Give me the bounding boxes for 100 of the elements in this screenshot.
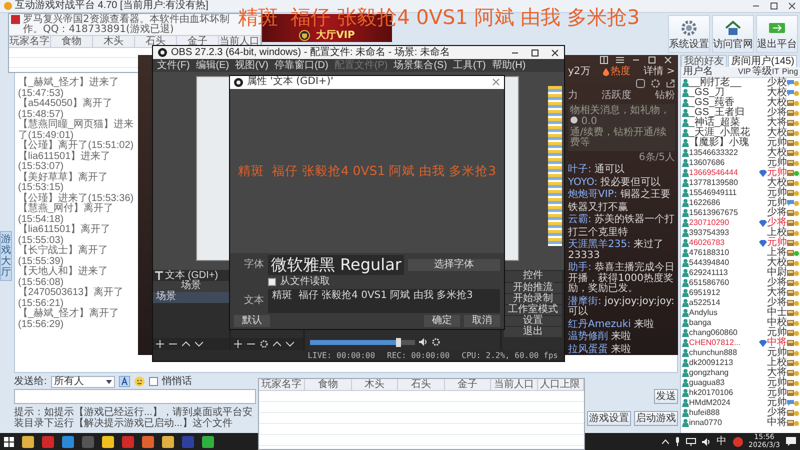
control-button[interactable]: 退出 (504, 327, 562, 337)
user-row[interactable]: guagua83 元帅 (681, 378, 800, 388)
menu-item[interactable]: 帮助(H) (492, 60, 526, 70)
menu-icon[interactable] (616, 56, 624, 64)
scene-item[interactable]: 场景 (153, 292, 229, 303)
toolbar-button[interactable]: 访问官网 (712, 15, 754, 53)
microphone-icon[interactable] (674, 437, 680, 446)
user-row[interactable]: 1622686 元帅 (681, 198, 800, 208)
user-row[interactable]: 15613967675 少将 (681, 208, 800, 218)
move-up-icon[interactable] (182, 340, 190, 348)
whisper-checkbox[interactable] (148, 377, 158, 386)
speaker-icon[interactable] (702, 438, 711, 446)
user-row[interactable]: _GS_刀 大校 (681, 88, 800, 98)
ranking-tab[interactable]: 力 (568, 91, 578, 102)
user-row[interactable]: inna0770 中将 (681, 418, 800, 428)
taskbar-app-icon[interactable] (142, 436, 154, 448)
app-tray-icon[interactable] (732, 436, 743, 446)
user-row[interactable]: 13607686 元帅 (681, 158, 800, 168)
gear-icon[interactable] (432, 338, 440, 346)
user-row[interactable]: chang060860 元帅 (681, 328, 800, 338)
menu-item[interactable]: 文件(F) (157, 60, 190, 70)
details-link[interactable]: 详情 > (643, 66, 675, 77)
user-row[interactable]: CHEN07812... 中将 (681, 338, 800, 348)
font-icon[interactable] (118, 376, 130, 387)
cancel-button[interactable]: 取消 (464, 315, 500, 327)
user-row[interactable]: 【魔影】小瑰 元帅 (681, 138, 800, 148)
user-row[interactable]: _GS_莼香 大校 (681, 98, 800, 108)
recipient-dropdown[interactable]: 所有人 (50, 376, 115, 388)
taskbar-app-icon[interactable] (102, 436, 114, 448)
message-input[interactable] (14, 389, 256, 404)
control-button[interactable]: 设置 (504, 316, 562, 326)
send-button[interactable]: 发送 (654, 389, 678, 404)
taskbar-app-icon[interactable] (202, 436, 214, 448)
settings-icon[interactable] (651, 79, 660, 88)
user-row[interactable]: 230710290 少将 (681, 218, 800, 228)
share-icon[interactable] (666, 79, 675, 88)
user-row[interactable]: Andylus 中士 (681, 308, 800, 318)
taskbar-app-icon[interactable] (62, 436, 74, 448)
move-up-icon[interactable] (273, 340, 281, 348)
user-row[interactable]: a522514 少将 (681, 298, 800, 308)
add-icon[interactable] (234, 340, 242, 348)
close-icon[interactable] (788, 2, 796, 10)
smiley-icon[interactable] (134, 376, 145, 387)
user-row[interactable]: chunchun888 元帅 (681, 348, 800, 358)
user-row[interactable]: 15546949111 元帅 (681, 188, 800, 198)
ranking-tab[interactable]: 钻粉 (655, 91, 675, 102)
source-item[interactable]: 文本 (GDI+) (153, 270, 229, 281)
user-row[interactable]: gongzhang 大将 (681, 368, 800, 378)
user-row[interactable]: _GS_王者归 少将 (681, 108, 800, 118)
user-row[interactable]: banga 中校 (681, 318, 800, 328)
ok-button[interactable]: 确定 (424, 315, 460, 327)
square-icon[interactable] (636, 79, 645, 88)
menu-item[interactable]: 停靠窗口(D) (274, 60, 328, 70)
text-input[interactable]: 精斑 福仔 张毅抢4 0VS1 阿斌 由我 多米抢3 (268, 289, 500, 313)
control-button[interactable]: 工作室模式 (504, 305, 562, 315)
game-button[interactable]: 启动游戏 (634, 411, 678, 426)
user-row[interactable]: hk20170106 元帅 (681, 388, 800, 398)
control-button[interactable]: 开始录制 (504, 294, 562, 304)
control-button[interactable]: 开始推流 (504, 283, 562, 293)
menu-item[interactable]: 工具(T) (453, 60, 486, 70)
menu-item[interactable]: 视图(V) (235, 60, 268, 70)
window-icon[interactable] (600, 56, 608, 64)
maximize-icon[interactable] (531, 48, 539, 56)
input-method-indicator[interactable]: 中 (716, 436, 727, 446)
user-row[interactable]: 651586760 少将 (681, 278, 800, 288)
lobby-tab[interactable]: 游戏大厅 (0, 231, 12, 281)
toolbar-button[interactable]: 系统设置 (668, 15, 710, 53)
move-down-icon[interactable] (195, 340, 203, 348)
network-icon[interactable] (686, 438, 696, 446)
volume-slider[interactable] (310, 340, 415, 344)
menu-item[interactable]: 场景集合(S) (394, 60, 448, 70)
choose-font-button[interactable]: 选择字体 (408, 259, 500, 271)
from-file-checkbox[interactable] (268, 278, 276, 286)
user-row[interactable]: 629241113 中尉 (681, 268, 800, 278)
gear-icon[interactable] (260, 340, 268, 348)
defaults-button[interactable]: 默认 (234, 315, 270, 327)
user-row[interactable]: HMdM2024 元帅 (681, 398, 800, 408)
user-row[interactable]: 544394840 大校 (681, 258, 800, 268)
user-row[interactable]: _神话_超菜 大将 (681, 118, 800, 128)
user-row[interactable]: 46026783 元帅 (681, 238, 800, 248)
user-row[interactable]: dk20091213 上校 (681, 358, 800, 368)
user-row[interactable]: 13546633322 大校 (681, 148, 800, 158)
menu-item[interactable]: 编辑(E) (196, 60, 230, 70)
user-list-tab[interactable]: 我的好友 (681, 55, 727, 67)
game-button[interactable]: 游戏设置 (587, 411, 631, 426)
close-icon[interactable] (551, 48, 559, 56)
maximize-icon[interactable] (770, 2, 778, 10)
ranking-tab[interactable]: 活跃度 (602, 91, 632, 102)
heat-button[interactable]: 热度 (603, 66, 630, 77)
user-row[interactable]: 6951912 大将 (681, 288, 800, 298)
user-row[interactable]: 13669546444 元帅 (681, 168, 800, 178)
user-row[interactable]: 393754393 上校 (681, 228, 800, 238)
user-list-tab[interactable]: 房间用户(145) (728, 55, 798, 67)
toolbar-button[interactable]: 退出平台 (756, 15, 798, 53)
user-row[interactable]: hufei888 少将 (681, 408, 800, 418)
taskbar-app-icon[interactable] (162, 436, 174, 448)
chevron-up-icon[interactable] (662, 439, 669, 444)
add-icon[interactable] (156, 340, 164, 348)
user-row[interactable]: 476188310 上将 (681, 248, 800, 258)
user-row[interactable]: 13778139580 大校 (681, 178, 800, 188)
